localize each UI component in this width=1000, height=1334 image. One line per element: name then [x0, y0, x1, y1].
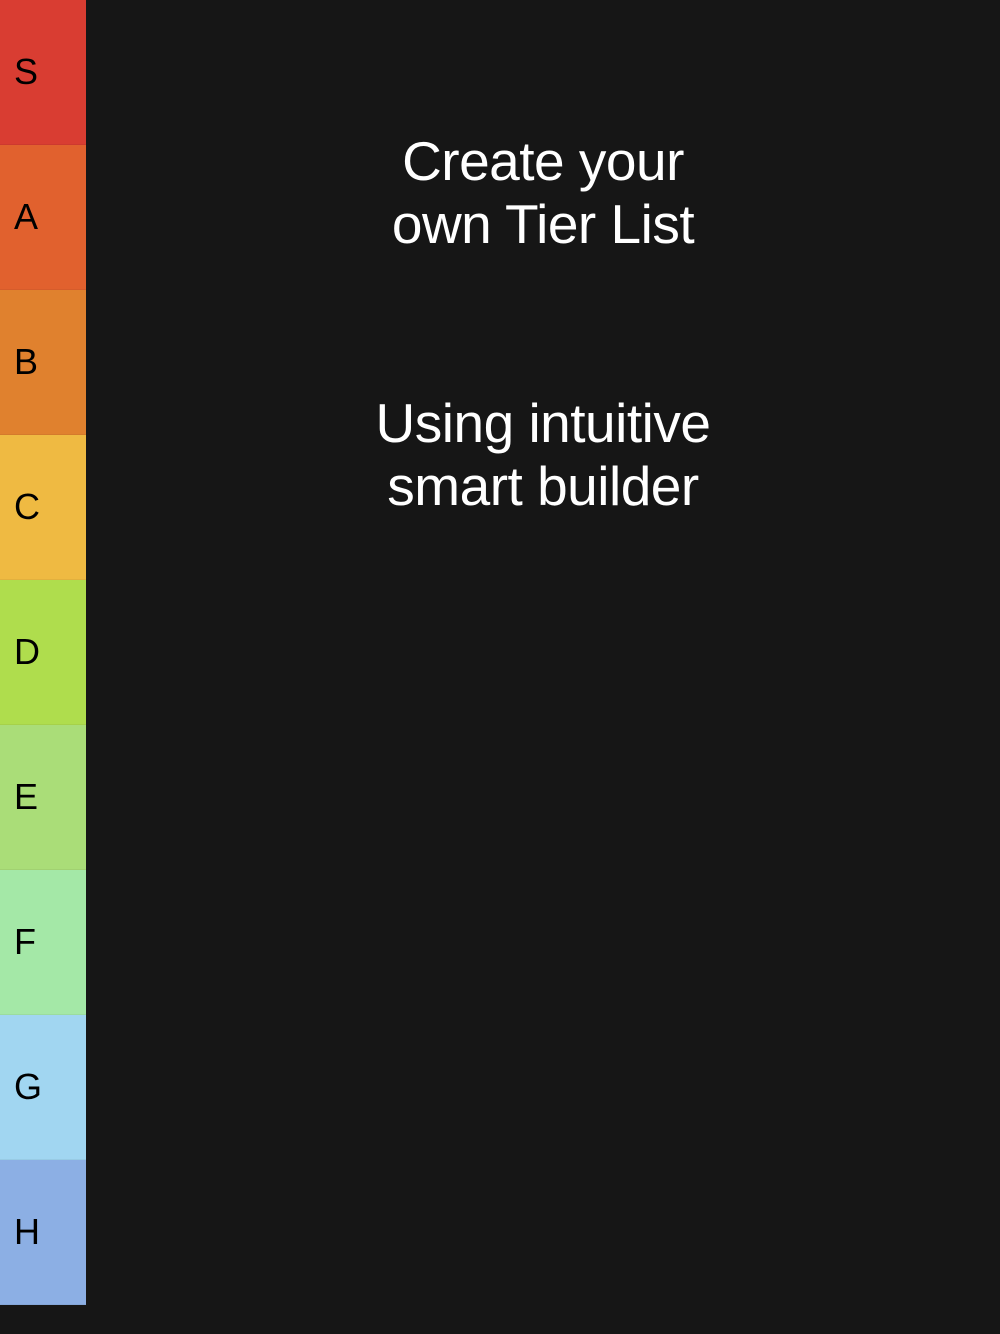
main-heading: Create your own Tier List	[86, 130, 1000, 257]
tier-cell-s[interactable]: S	[0, 0, 86, 145]
tier-label: H	[14, 1211, 40, 1253]
tier-cell-h[interactable]: H	[0, 1160, 86, 1305]
tier-cell-d[interactable]: D	[0, 580, 86, 725]
heading-line-2: own Tier List	[392, 193, 694, 255]
tier-cell-f[interactable]: F	[0, 870, 86, 1015]
tier-label: D	[14, 631, 40, 673]
tier-cell-a[interactable]: A	[0, 145, 86, 290]
subheading-line-2: smart builder	[387, 455, 698, 517]
tier-label: B	[14, 341, 38, 383]
subheading-line-1: Using intuitive	[376, 392, 711, 454]
heading-line-1: Create your	[402, 130, 684, 192]
tier-cell-b[interactable]: B	[0, 290, 86, 435]
tier-label: G	[14, 1066, 42, 1108]
tier-cell-g[interactable]: G	[0, 1015, 86, 1160]
sub-heading: Using intuitive smart builder	[86, 392, 1000, 519]
tier-label: E	[14, 776, 38, 818]
tier-label: S	[14, 51, 38, 93]
tier-column: S A B C D E F G H	[0, 0, 86, 1305]
content-area: Create your own Tier List Using intuitiv…	[86, 0, 1000, 518]
tier-label: C	[14, 486, 40, 528]
tier-label: F	[14, 921, 36, 963]
tier-cell-c[interactable]: C	[0, 435, 86, 580]
tier-label: A	[14, 196, 38, 238]
tier-cell-e[interactable]: E	[0, 725, 86, 870]
